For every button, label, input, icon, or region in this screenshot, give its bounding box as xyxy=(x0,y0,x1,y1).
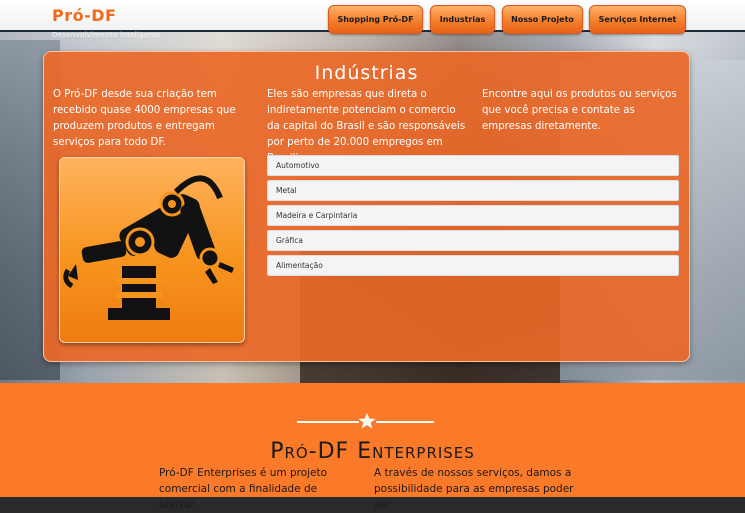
nav-industrias-button[interactable]: Industrias xyxy=(430,5,495,34)
divider-left xyxy=(297,421,359,423)
star-icon xyxy=(358,412,376,429)
industry-item-grafica[interactable]: Gráfica xyxy=(267,230,679,251)
site-logo[interactable]: Pró-DF xyxy=(52,6,116,25)
industry-item-label: Madeira e Carpintaria xyxy=(276,211,358,220)
enterprises-title: Pró-DF Enterprises xyxy=(0,439,745,464)
industry-item-alimentacao[interactable]: Alimentação xyxy=(267,255,679,276)
industries-panel: Indústrias O Pró-DF desde sua criação te… xyxy=(43,51,690,362)
site-tagline: Desenvolvimento inteligente xyxy=(52,31,162,39)
industries-right-text: Encontre aqui os produtos ou serviços qu… xyxy=(482,89,677,132)
industry-item-label: Alimentação xyxy=(276,261,323,270)
industry-item-label: Automotivo xyxy=(276,161,320,170)
enterprises-right-text: A través de nossos serviços, damos a pos… xyxy=(374,467,574,511)
nav-servicos-button[interactable]: Serviços Internet xyxy=(589,5,686,34)
enterprises-left-text: Pró-DF Enterprises é um projeto comercia… xyxy=(159,467,328,511)
nav-shopping-button[interactable]: Shopping Pró-DF xyxy=(328,5,423,34)
nav-industrias-label: Industrias xyxy=(439,15,486,24)
industry-item-label: Gráfica xyxy=(276,236,303,245)
nav-projeto-button[interactable]: Nosso Projeto xyxy=(502,5,583,34)
nav-projeto-label: Nosso Projeto xyxy=(511,15,574,24)
nav-shopping-label: Shopping Pró-DF xyxy=(337,15,414,24)
industry-item-label: Metal xyxy=(276,186,297,195)
nav-servicos-label: Serviços Internet xyxy=(598,15,677,24)
industry-item-madeira[interactable]: Madeira e Carpintaria xyxy=(267,205,679,226)
industry-item-automotivo[interactable]: Automotivo xyxy=(267,155,679,176)
industries-intro-text: O Pró-DF desde sua criação tem recebido … xyxy=(53,89,236,148)
enterprises-title-text: Pró-DF Enterprises xyxy=(270,439,475,464)
industries-title: Indústrias xyxy=(314,62,419,84)
robot-arm-image xyxy=(59,157,245,343)
industry-list: Automotivo Metal Madeira e Carpintaria G… xyxy=(267,155,679,280)
divider-right xyxy=(376,421,434,423)
robot-arm-icon xyxy=(63,175,234,320)
industry-item-metal[interactable]: Metal xyxy=(267,180,679,201)
